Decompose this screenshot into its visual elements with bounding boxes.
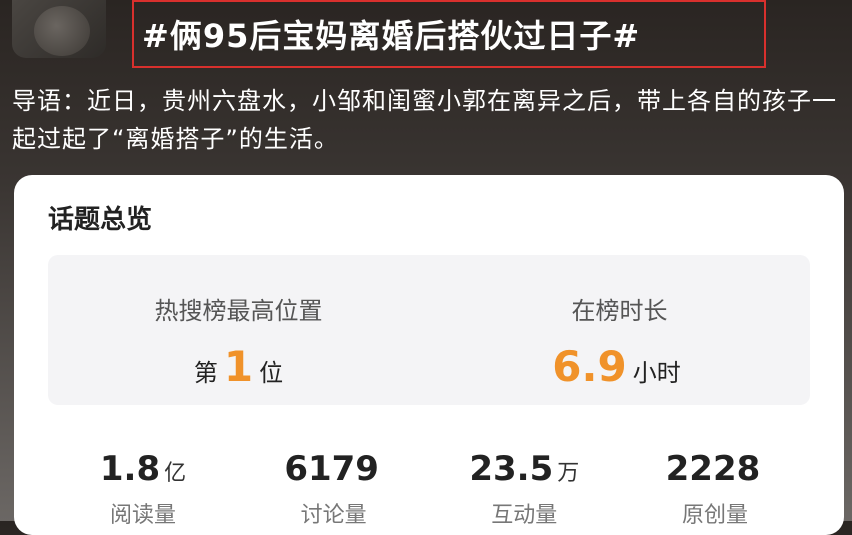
duration-unit: 小时 [632,359,681,387]
metrics-row: 1.8 亿 阅读量 6179 讨论量 23.5 万 互动量 2228 原创量 [48,449,810,529]
metric-label: 互动量 [491,503,558,528]
metric-interaction: 23.5 万 互动量 [429,449,619,529]
topic-title-box: #俩95后宝妈离婚后搭伙过日子# [132,0,766,68]
rank-label: 热搜榜最高位置 [154,297,323,325]
metric-unit: 万 [557,461,580,486]
metric-label: 讨论量 [300,503,367,528]
metric-value: 2228 [665,449,761,489]
metric-value: 1.8 [99,449,161,489]
metric-label: 原创量 [681,503,748,528]
rank-stat: 热搜榜最高位置 第 1 位 [48,255,429,405]
rank-suffix: 位 [259,359,284,387]
avatar [12,0,106,58]
rank-value: 1 [223,342,254,391]
metric-read: 1.8 亿 阅读量 [48,449,238,529]
rank-prefix: 第 [193,359,218,387]
duration-stat: 在榜时长 6.9 小时 [429,255,810,405]
topic-title[interactable]: #俩95后宝妈离婚后搭伙过日子# [142,11,640,57]
metric-label: 阅读量 [109,503,176,528]
card-title: 话题总览 [48,205,153,235]
metric-value: 23.5 [469,449,554,489]
metric-discussion: 6179 讨论量 [239,449,429,529]
metric-original: 2228 原创量 [620,449,810,529]
duration-value: 6.9 [552,342,627,391]
intro-text: 导语：近日，贵州六盘水，小邹和闺蜜小郭在离异之后，带上各自的孩子一起过起了“离婚… [12,87,837,153]
topic-overview-card: 话题总览 热搜榜最高位置 第 1 位 在榜时长 6.9 小时 1.8 亿 阅读量 [14,175,844,535]
metric-unit: 亿 [164,461,187,486]
metric-value: 6179 [284,449,379,489]
ranking-panel: 热搜榜最高位置 第 1 位 在榜时长 6.9 小时 [48,255,810,405]
duration-label: 在榜时长 [571,297,668,325]
